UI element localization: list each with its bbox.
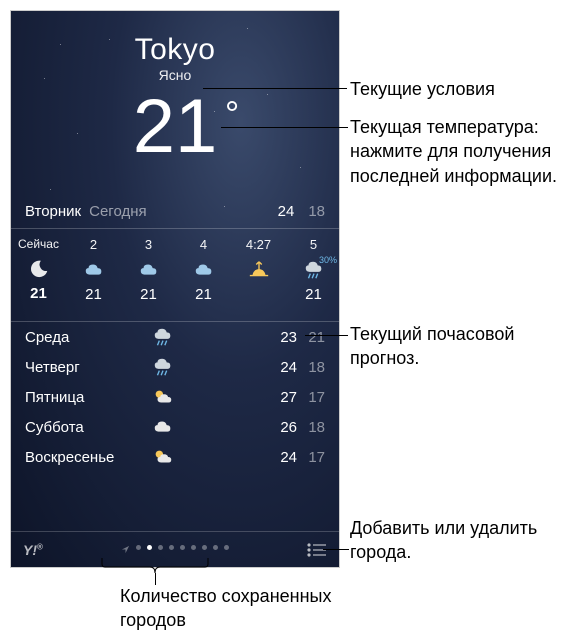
pager-dot[interactable] bbox=[191, 545, 196, 550]
hour-time: 4 bbox=[176, 237, 231, 252]
hour-time: 3 bbox=[121, 237, 176, 252]
hourly-column: 4:27 bbox=[231, 237, 286, 303]
callout-line bbox=[323, 549, 349, 550]
day-name: Суббота bbox=[25, 419, 145, 436]
cloud-icon bbox=[66, 256, 121, 284]
day-hi: 24 bbox=[269, 359, 297, 376]
today-hi: 24 bbox=[278, 203, 295, 220]
daily-forecast[interactable]: Среда 23 21 Четверг 24 18 Пятница 27 17 … bbox=[11, 322, 339, 472]
pager-dot[interactable] bbox=[213, 545, 218, 550]
hour-temp: 21 bbox=[66, 286, 121, 303]
day-lo: 21 bbox=[297, 329, 325, 346]
today-lo: 18 bbox=[308, 203, 325, 220]
callout-line bbox=[203, 88, 347, 89]
day-lo: 18 bbox=[297, 419, 325, 436]
rain-icon bbox=[145, 356, 181, 378]
callout-saved: Количество сохраненных городов bbox=[120, 584, 340, 633]
moon-icon bbox=[11, 255, 66, 283]
yahoo-logo[interactable]: Y!® bbox=[23, 542, 43, 558]
weather-condition: Ясно bbox=[11, 67, 339, 83]
daily-row: Среда 23 21 bbox=[11, 322, 339, 352]
hour-time: 5 bbox=[286, 237, 340, 252]
day-lo: 18 bbox=[297, 359, 325, 376]
callout-hourly: Текущий почасовой прогноз. bbox=[350, 322, 570, 371]
cloud-icon bbox=[121, 256, 176, 284]
day-lo: 17 bbox=[297, 449, 325, 466]
pager-dot[interactable] bbox=[158, 545, 163, 550]
pager-dot[interactable] bbox=[136, 545, 141, 550]
hourly-column: 5 30% 21 bbox=[286, 237, 340, 303]
daily-row: Четверг 24 18 bbox=[11, 352, 339, 382]
hourly-column: 4 21 bbox=[176, 237, 231, 303]
hourly-column: 3 21 bbox=[121, 237, 176, 303]
hour-time: Сейчас bbox=[11, 237, 66, 251]
day-hi: 23 bbox=[269, 329, 297, 346]
daily-row: Суббота 26 18 bbox=[11, 412, 339, 442]
hourly-column: Сейчас 21 bbox=[11, 237, 66, 303]
day-lo: 17 bbox=[297, 389, 325, 406]
hour-temp: 21 bbox=[11, 285, 66, 302]
hour-temp: 21 bbox=[286, 286, 340, 303]
pager-dot[interactable] bbox=[224, 545, 229, 550]
day-hi: 24 bbox=[269, 449, 297, 466]
callout-temperature: Текущая температура: нажмите для получен… bbox=[350, 115, 560, 188]
day-name: Воскресенье bbox=[25, 449, 145, 466]
city-header: Tokyo Ясно bbox=[11, 11, 339, 83]
city-name: Tokyo bbox=[11, 33, 339, 67]
cloudy-icon bbox=[145, 416, 181, 438]
hour-time: 2 bbox=[66, 237, 121, 252]
pager-dot[interactable] bbox=[180, 545, 185, 550]
page-indicator[interactable] bbox=[43, 545, 307, 554]
cloud-icon bbox=[176, 256, 231, 284]
callout-line bbox=[305, 335, 348, 336]
daily-row: Воскресенье 24 17 bbox=[11, 442, 339, 472]
pager-dot[interactable] bbox=[169, 545, 174, 550]
pager-dot[interactable] bbox=[202, 545, 207, 550]
today-label: Сегодня bbox=[89, 203, 147, 220]
day-name: Среда bbox=[25, 329, 145, 346]
day-hi: 27 bbox=[269, 389, 297, 406]
rain-icon bbox=[145, 326, 181, 348]
day-name: Четверг bbox=[25, 359, 145, 376]
hourly-column: 2 21 bbox=[66, 237, 121, 303]
callout-conditions: Текущие условия bbox=[350, 77, 495, 101]
today-row: Вторник Сегодня 24 18 bbox=[11, 203, 339, 220]
location-arrow-icon bbox=[121, 545, 130, 554]
sunrise-icon bbox=[231, 256, 286, 284]
current-temperature[interactable]: 21° bbox=[133, 91, 218, 163]
hour-temp: 21 bbox=[121, 286, 176, 303]
callout-cities: Добавить или удалить города. bbox=[350, 516, 560, 565]
daily-row: Пятница 27 17 bbox=[11, 382, 339, 412]
hour-temp: 21 bbox=[176, 286, 231, 303]
hour-time: 4:27 bbox=[231, 237, 286, 252]
partly-cloudy-icon bbox=[145, 386, 181, 408]
temp-value: 21 bbox=[133, 84, 218, 169]
day-name: Пятница bbox=[25, 389, 145, 406]
today-day: Вторник bbox=[25, 203, 81, 220]
partly-cloudy-icon bbox=[145, 446, 181, 468]
weather-screen: Tokyo Ясно 21° Вторник Сегодня 24 18 Сей… bbox=[10, 10, 340, 568]
precip-chance: 30% bbox=[319, 255, 337, 265]
day-hi: 26 bbox=[269, 419, 297, 436]
pager-dot[interactable] bbox=[147, 545, 152, 550]
callout-line bbox=[221, 127, 348, 128]
hourly-forecast[interactable]: Сейчас 21 2 21 3 21 4 21 4:27 5 30% 21 3… bbox=[11, 229, 339, 313]
